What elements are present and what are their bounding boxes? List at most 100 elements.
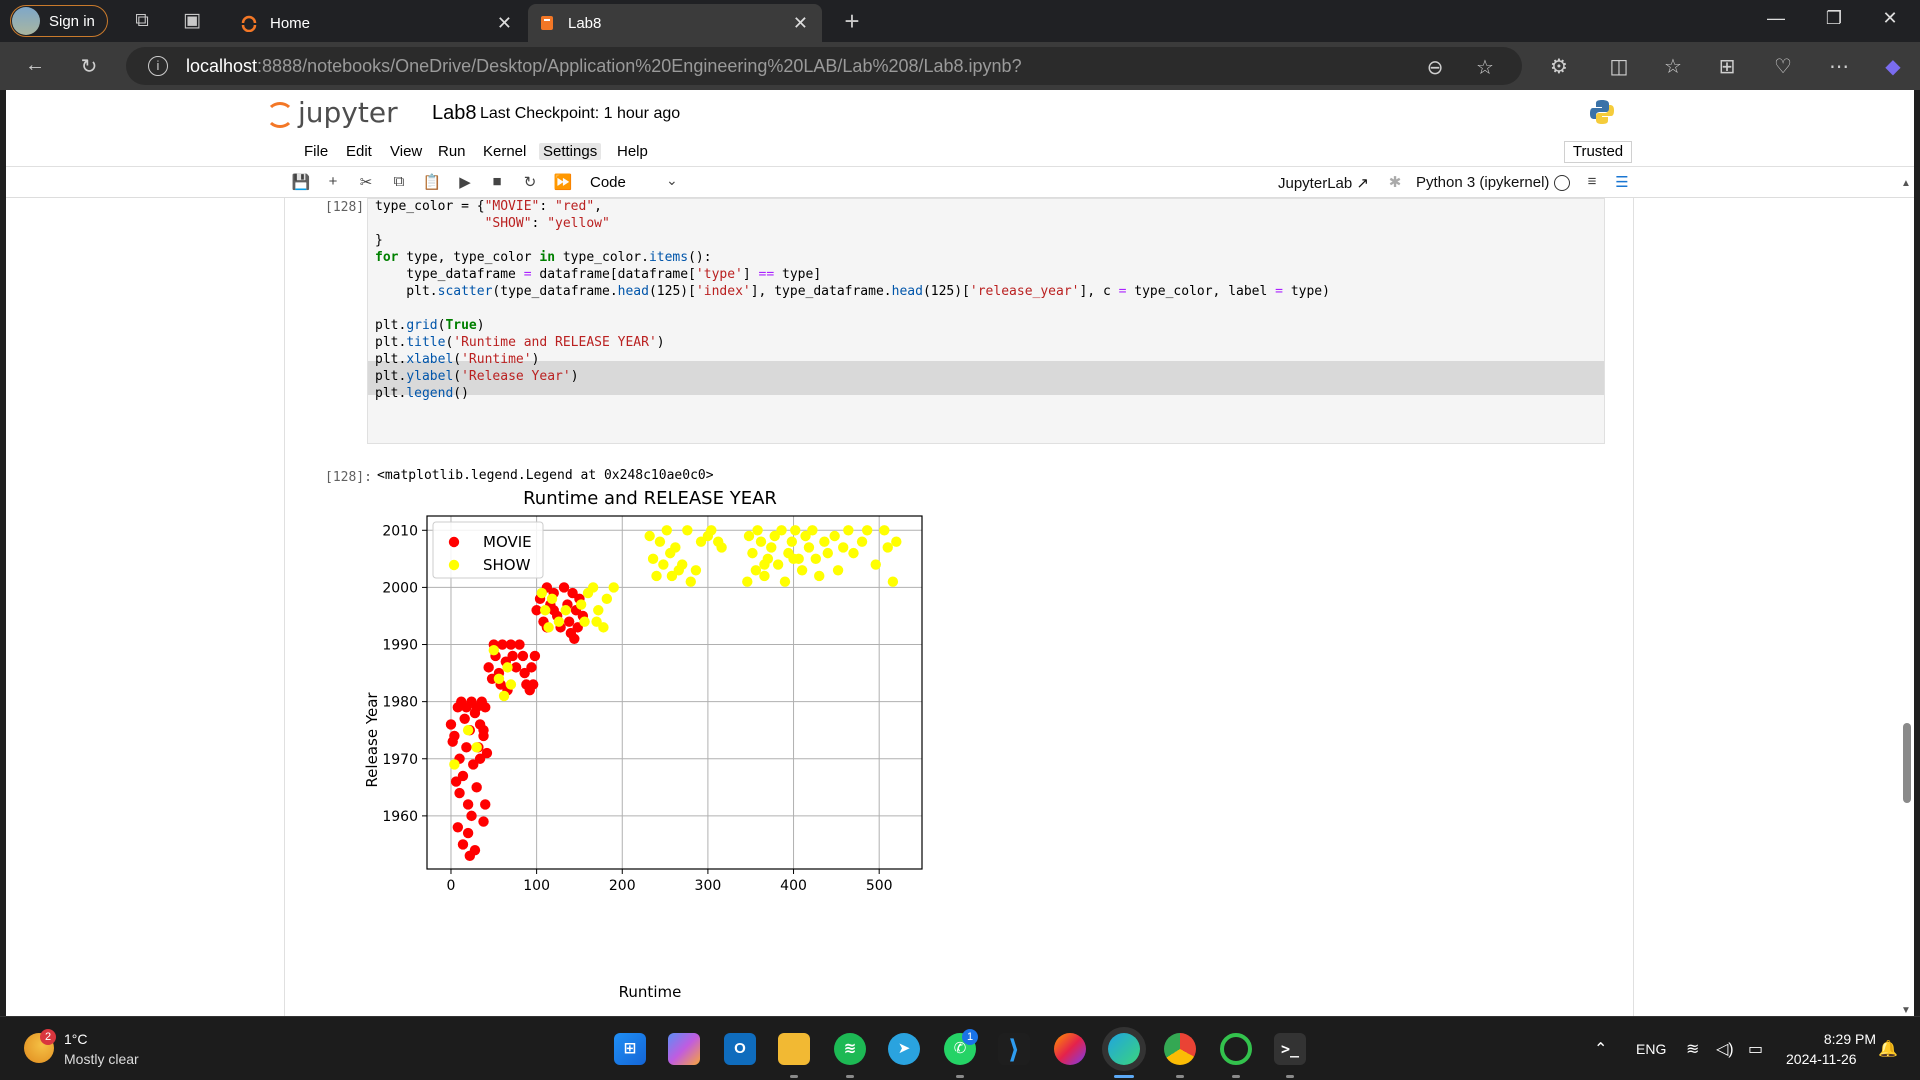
active-indicator bbox=[1114, 1075, 1134, 1078]
scrollbar-thumb[interactable] bbox=[1903, 723, 1911, 803]
x-tick-label: 0 bbox=[447, 878, 456, 894]
cut-icon[interactable]: ✂ bbox=[355, 173, 377, 191]
data-point bbox=[462, 827, 474, 839]
favorite-star-icon[interactable]: ☆ bbox=[1472, 55, 1498, 80]
notebook-title[interactable]: Lab8 bbox=[432, 102, 477, 125]
jupyter-ring-icon bbox=[266, 102, 294, 128]
weather-description[interactable]: Mostly clear bbox=[64, 1051, 139, 1067]
refresh-icon[interactable]: ↻ bbox=[76, 54, 102, 79]
x-tick-label: 100 bbox=[523, 878, 550, 894]
back-icon[interactable]: ← bbox=[22, 54, 48, 77]
close-tab-icon[interactable]: ✕ bbox=[793, 13, 808, 34]
clock-date[interactable]: 2024-11-26 bbox=[1786, 1051, 1857, 1067]
edge-icon[interactable] bbox=[1108, 1033, 1140, 1065]
input-language[interactable]: ENG bbox=[1636, 1041, 1666, 1057]
data-point bbox=[747, 547, 758, 559]
show-hidden-icons-chevron-icon[interactable]: ⌃ bbox=[1594, 1039, 1607, 1059]
menu-edit[interactable]: Edit bbox=[342, 143, 376, 160]
chevron-down-icon[interactable]: ⌄ bbox=[666, 172, 678, 189]
menu-settings[interactable]: Settings bbox=[539, 143, 602, 160]
save-icon[interactable]: 💾 bbox=[290, 173, 312, 191]
trusted-indicator[interactable]: Trusted bbox=[1564, 141, 1632, 163]
cell-type-select[interactable]: Code bbox=[590, 174, 626, 191]
menu-help[interactable]: Help bbox=[613, 143, 652, 160]
restore-icon[interactable]: ❐ bbox=[1814, 8, 1854, 29]
anaconda-icon[interactable] bbox=[1220, 1033, 1252, 1065]
data-point bbox=[608, 582, 619, 593]
data-point bbox=[563, 616, 575, 627]
data-point bbox=[593, 605, 604, 616]
run-all-icon[interactable]: ⏩ bbox=[552, 173, 574, 191]
code-line: plt.legend() bbox=[375, 386, 469, 401]
close-window-icon[interactable]: ✕ bbox=[1870, 8, 1910, 29]
data-point bbox=[677, 559, 688, 570]
telegram-icon[interactable]: ➤ bbox=[888, 1033, 920, 1065]
menu-lines-icon[interactable]: ≡ bbox=[1581, 173, 1603, 190]
x-tick-label: 500 bbox=[866, 878, 893, 894]
tab-actions-icon[interactable]: ▣ bbox=[180, 9, 204, 33]
paste-icon[interactable]: 📋 bbox=[421, 173, 443, 191]
file-explorer-icon[interactable] bbox=[778, 1033, 810, 1065]
data-point bbox=[766, 542, 777, 553]
tab-lab8[interactable]: Lab8 ✕ bbox=[528, 4, 822, 42]
terminal-icon[interactable]: >_ bbox=[1274, 1033, 1306, 1065]
split-screen-icon[interactable]: ◫ bbox=[1606, 54, 1632, 79]
run-icon[interactable]: ▶ bbox=[454, 173, 476, 191]
collections-icon[interactable]: ⊞ bbox=[1714, 54, 1740, 79]
code-cell-editor[interactable]: type_color = {"MOVIE": "red", "SHOW": "y… bbox=[367, 198, 1605, 444]
zoom-icon[interactable]: ⊖ bbox=[1422, 55, 1448, 80]
clock-time[interactable]: 8:29 PM bbox=[1820, 1031, 1876, 1047]
scroll-up-icon[interactable]: ▲ bbox=[1901, 178, 1911, 189]
site-info-icon[interactable]: i bbox=[148, 56, 168, 76]
workspaces-icon[interactable]: ⧉ bbox=[130, 9, 154, 33]
jupyter-logo[interactable]: jupyter bbox=[266, 96, 398, 129]
property-inspector-icon[interactable]: ☰ bbox=[1611, 173, 1633, 191]
code-line: plt.scatter(type_dataframe.head(125)['in… bbox=[375, 284, 1330, 299]
url-text[interactable]: localhost:8888/notebooks/OneDrive/Deskto… bbox=[186, 56, 1022, 77]
spotify-icon[interactable]: ≋ bbox=[834, 1033, 866, 1065]
more-menu-icon[interactable]: ⋯ bbox=[1826, 54, 1852, 79]
notification-bell-icon[interactable]: 🔔 bbox=[1878, 1039, 1898, 1059]
battery-icon[interactable]: ▭ bbox=[1748, 1039, 1763, 1059]
kernel-name[interactable]: Python 3 (ipykernel) bbox=[1416, 174, 1549, 191]
wifi-icon[interactable]: ≋ bbox=[1686, 1039, 1699, 1059]
debugger-icon[interactable]: ✱ bbox=[1384, 173, 1406, 191]
chrome-icon[interactable] bbox=[1164, 1033, 1196, 1065]
scroll-down-icon[interactable]: ▼ bbox=[1901, 1005, 1911, 1016]
menu-kernel[interactable]: Kernel bbox=[479, 143, 530, 160]
close-tab-icon[interactable]: ✕ bbox=[497, 13, 512, 34]
copilot-icon[interactable]: ◆ bbox=[1880, 54, 1906, 79]
new-tab-icon[interactable]: + bbox=[840, 8, 864, 34]
tab-title: Lab8 bbox=[568, 14, 602, 32]
vscode-icon[interactable]: ⟩ bbox=[998, 1033, 1030, 1065]
restart-icon[interactable]: ↻ bbox=[519, 173, 541, 191]
jupyterlab-link[interactable]: JupyterLab ↗ bbox=[1278, 174, 1369, 192]
minimize-icon[interactable]: — bbox=[1756, 8, 1796, 29]
extensions-icon[interactable]: ⚙ bbox=[1546, 54, 1572, 79]
data-point bbox=[459, 713, 470, 724]
tab-home[interactable]: Home ✕ bbox=[230, 4, 526, 42]
copy-icon[interactable]: ⧉ bbox=[388, 173, 410, 190]
volume-icon[interactable]: ◁) bbox=[1716, 1039, 1734, 1059]
interrupt-icon[interactable]: ■ bbox=[486, 173, 508, 190]
code-line: type_dataframe = dataframe[dataframe['ty… bbox=[375, 267, 822, 282]
browser-essentials-icon[interactable]: ♡ bbox=[1770, 54, 1796, 79]
insert-cell-icon[interactable]: + bbox=[322, 173, 344, 190]
last-checkpoint: Last Checkpoint: 1 hour ago bbox=[480, 105, 681, 122]
sign-in-button[interactable]: Sign in bbox=[10, 5, 108, 37]
menu-run[interactable]: Run bbox=[434, 143, 470, 160]
address-bar[interactable]: i localhost:8888/notebooks/OneDrive/Desk… bbox=[126, 47, 1522, 85]
menu-file[interactable]: File bbox=[300, 143, 332, 160]
favorites-icon[interactable]: ☆ bbox=[1660, 54, 1686, 79]
code-line: plt.ylabel('Release Year') bbox=[375, 369, 579, 384]
outlook-icon[interactable]: O bbox=[724, 1033, 756, 1065]
vertical-scrollbar[interactable]: ▲ ▼ bbox=[1900, 178, 1914, 1016]
copilot-app-icon[interactable] bbox=[668, 1033, 700, 1065]
data-point bbox=[457, 839, 469, 850]
data-point bbox=[471, 782, 482, 793]
notebook-favicon-icon bbox=[541, 16, 553, 30]
menu-view[interactable]: View bbox=[386, 143, 426, 160]
weather-temperature[interactable]: 1°C bbox=[64, 1031, 88, 1047]
start-icon[interactable]: ⊞ bbox=[614, 1033, 646, 1065]
firefox-icon[interactable] bbox=[1054, 1033, 1086, 1065]
